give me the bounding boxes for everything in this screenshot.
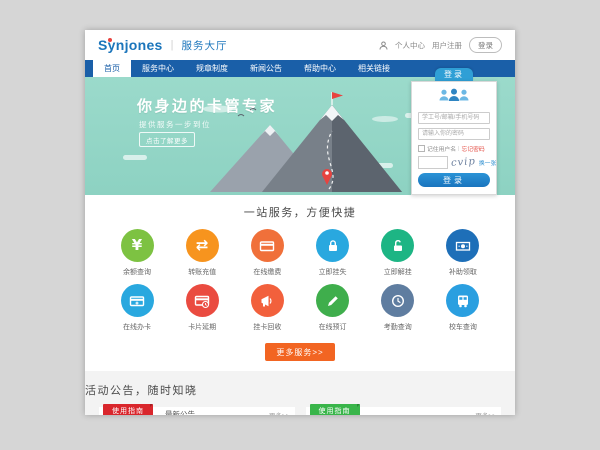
megaphone-icon [259,293,275,309]
header: Synjones | 服务大厅 个人中心 用户注册 登录 [85,30,515,60]
forgot-password-link[interactable]: 忘记密码 [462,144,485,153]
captcha-input[interactable] [418,156,448,169]
nav-item-rules[interactable]: 规章制度 [185,60,239,77]
more-services-button[interactable]: 更多服务>> [265,343,334,361]
more-link[interactable]: 更多>> [269,410,295,416]
cloud-icon [123,155,147,160]
site-frame: Synjones | 服务大厅 个人中心 用户注册 登录 首页 服务中心 规章制… [85,30,515,415]
services-section: 一站服务，方便快捷 ¥ 余额查询 ⇄ 转账充值 在线缴费 立即挂失 [85,195,515,371]
user-register-link[interactable]: 用户注册 [432,40,462,51]
service-card-recycle[interactable]: 挂卡回收 [241,284,293,332]
brand-logo[interactable]: Synjones [98,37,163,53]
service-online-booking[interactable]: 在线预订 [307,284,359,332]
nav-item-help[interactable]: 帮助中心 [293,60,347,77]
card-plus-icon [129,293,145,309]
service-report-loss[interactable]: 立即挂失 [307,229,359,277]
site-title: 服务大厅 [182,38,228,53]
nav-item-service-center[interactable]: 服务中心 [131,60,185,77]
card-clock-icon [194,293,210,309]
logo-dot-icon [108,38,112,42]
header-divider: | [171,39,174,51]
service-cancel-loss[interactable]: 立即解挂 [372,229,424,277]
bus-icon [455,293,471,309]
service-school-bus-inquiry[interactable]: 校车查询 [437,284,489,332]
yen-icon: ¥ [132,238,142,253]
password-input[interactable] [418,128,490,140]
service-card-extension[interactable]: 卡片延期 [176,284,228,332]
username-input[interactable] [418,112,490,124]
service-balance-inquiry[interactable]: ¥ 余额查询 [111,229,163,277]
login-panel: 登录 记住用户名 | 忘记密码 cvip 换一张 [411,68,497,195]
captcha-image[interactable]: cvip [451,156,477,169]
more-link[interactable]: 更多>> [475,410,501,416]
banknote-icon [455,238,471,254]
lock-icon [325,238,341,254]
guide-ribbon-tab[interactable]: 使用指南 [103,404,153,415]
latest-news-tab[interactable]: 最新公告 [165,409,195,415]
captcha-refresh-link[interactable]: 换一张 [479,158,496,167]
remember-label: 记住用户名 [427,144,456,153]
services-title: 一站服务，方便快捷 [85,204,515,220]
remember-checkbox[interactable] [418,145,425,152]
nav-item-links[interactable]: 相关链接 [347,60,401,77]
announcements-title: 活动公告，随时知晓 [85,382,515,398]
login-tab[interactable]: 登录 [435,68,473,81]
transfer-icon: ⇄ [196,238,209,253]
users-group-icon [436,87,472,103]
announcement-panel-left: 使用指南 最新公告 更多>> [99,407,295,415]
card-icon [259,238,275,254]
service-transfer-recharge[interactable]: ⇄ 转账充值 [176,229,228,277]
header-login-button[interactable]: 登录 [469,37,502,53]
service-attendance-inquiry[interactable]: 考勤查询 [372,284,424,332]
guide-ribbon-tab[interactable]: 使用指南 [310,404,360,415]
nav-item-news[interactable]: 新闻公告 [239,60,293,77]
announcements-section: 活动公告，随时知晓 使用指南 最新公告 更多>> 使用指南 更多>> [85,371,515,415]
login-submit-button[interactable]: 登录 [418,173,490,187]
announcement-panel-right: 使用指南 更多>> [306,407,502,415]
pencil-icon [325,293,341,309]
person-icon [379,41,388,50]
nav-item-home[interactable]: 首页 [93,60,131,77]
service-subsidy-collect[interactable]: 补助领取 [437,229,489,277]
clock-icon [390,293,406,309]
personal-center-link[interactable]: 个人中心 [395,40,425,51]
service-online-payment[interactable]: 在线缴费 [241,229,293,277]
unlock-icon [390,238,406,254]
mountain-illustration [180,89,415,195]
options-divider: | [458,146,460,152]
service-online-card-apply[interactable]: 在线办卡 [111,284,163,332]
